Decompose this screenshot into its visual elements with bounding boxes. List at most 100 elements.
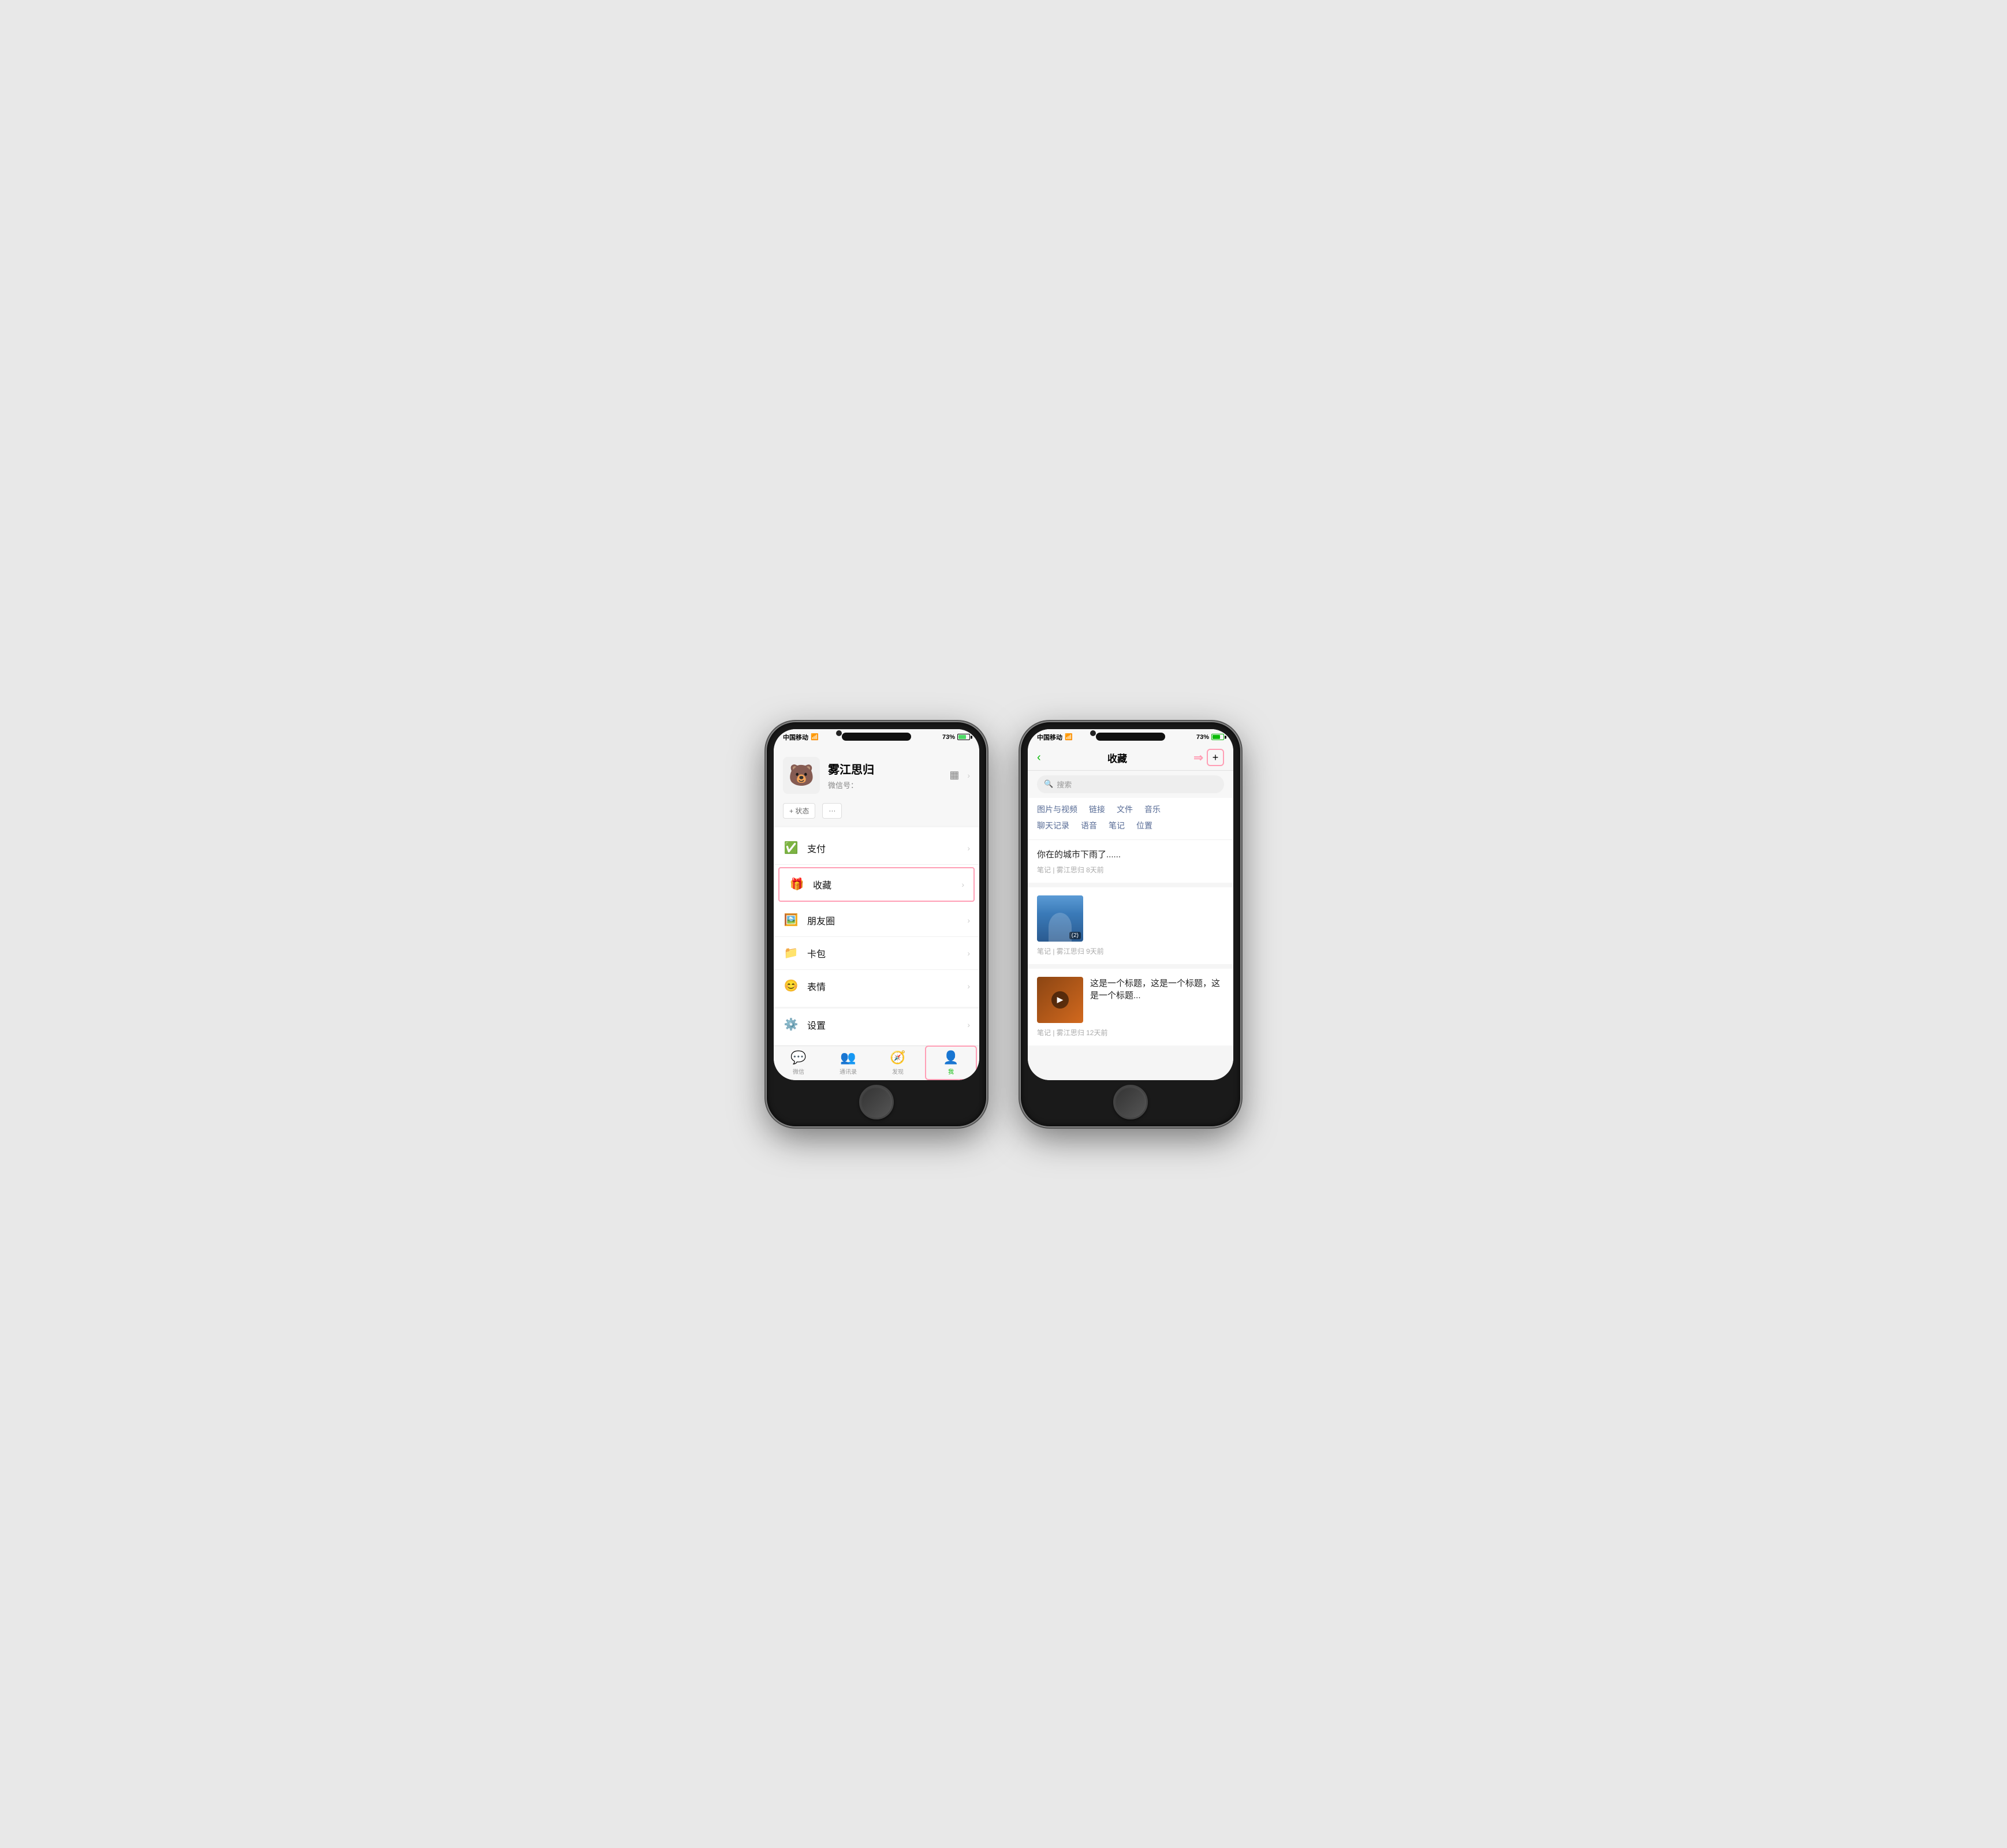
speaker — [842, 733, 911, 741]
fav-item-2[interactable]: (2) 笔记 | 雾江思归 9天前 — [1028, 887, 1233, 964]
profile-header: 🐻 雾江思归 微信号： ▦ › — [774, 745, 979, 803]
cardwallet-label: 卡包 — [807, 946, 959, 960]
add-status-button[interactable]: + 状态 — [783, 803, 815, 819]
fav-item-3-meta: 笔记 | 雾江思归 12天前 — [1037, 1028, 1224, 1037]
screen-2: 中国移动 📶 下午 3:34 73% ‹ 收藏 ⇒ + — [1028, 729, 1233, 1080]
tab-me[interactable]: 👤 我 — [925, 1046, 977, 1080]
arrow-icon-card: › — [967, 949, 970, 958]
contacts-tab-label: 通讯录 — [840, 1067, 857, 1076]
qr-icon[interactable]: ▦ — [949, 769, 959, 781]
settings-label: 设置 — [807, 1018, 959, 1032]
status-left-2: 中国移动 📶 — [1037, 733, 1073, 742]
chevron-right-icon: › — [967, 771, 970, 780]
fav-item-3-info: 这是一个标题，这是一个标题，这是一个标题... — [1090, 977, 1224, 1006]
tab-wechat[interactable]: 💬 微信 — [774, 1047, 823, 1079]
filter-files[interactable]: 文件 — [1117, 804, 1133, 815]
avatar: 🐻 — [783, 757, 820, 794]
back-button[interactable]: ‹ — [1037, 751, 1041, 764]
contacts-tab-icon: 👥 — [840, 1050, 856, 1065]
arrow-indicator-icon: ⇒ — [1193, 751, 1203, 765]
arrow-icon: › — [967, 843, 970, 853]
arrow-icon-emoji: › — [967, 981, 970, 991]
fav-item-3[interactable]: ▶ 这是一个标题，这是一个标题，这是一个标题... 笔记 | 雾江思归 12天前 — [1028, 969, 1233, 1046]
fav-item-1-text: 你在的城市下雨了...... — [1037, 848, 1224, 860]
tab-bar: 💬 微信 👥 通讯录 🧭 发现 👤 我 — [774, 1046, 979, 1080]
battery-fill — [958, 735, 966, 739]
filter-voice[interactable]: 语音 — [1081, 820, 1097, 831]
filter-music[interactable]: 音乐 — [1144, 804, 1161, 815]
filter-tabs: 图片与视频 链接 文件 音乐 聊天记录 语音 笔记 位置 — [1028, 798, 1233, 840]
phone-2: 中国移动 📶 下午 3:34 73% ‹ 收藏 ⇒ + — [1021, 722, 1240, 1126]
payment-label: 支付 — [807, 841, 959, 855]
arrow-icon-fav: › — [961, 880, 964, 889]
profile-info: 雾江思归 微信号： — [828, 760, 941, 790]
menu-section-main: ✅ 支付 › 🎁 收藏 › 🖼️ 朋友圈 › — [774, 832, 979, 1002]
discover-tab-label: 发现 — [892, 1067, 904, 1076]
phone-1: 中国移动 📶 下午 3:34 73% 🐻 雾江思归 微信号： — [767, 722, 986, 1126]
menu-item-settings[interactable]: ⚙️ 设置 › — [774, 1009, 979, 1041]
tab-discover[interactable]: 🧭 发现 — [873, 1047, 923, 1079]
discover-tab-icon: 🧭 — [890, 1050, 905, 1065]
home-button-2[interactable] — [1113, 1085, 1148, 1119]
wechat-tab-icon: 💬 — [790, 1050, 806, 1065]
filter-location[interactable]: 位置 — [1136, 820, 1152, 831]
favorites-label: 收藏 — [813, 878, 953, 891]
cardwallet-icon: 📁 — [783, 945, 799, 961]
filter-chat-history[interactable]: 聊天记录 — [1037, 820, 1069, 831]
image-count-badge: (2) — [1069, 932, 1081, 939]
fav-item-1[interactable]: 你在的城市下雨了...... 笔记 | 雾江思归 8天前 — [1028, 840, 1233, 883]
front-camera — [836, 730, 842, 736]
more-button[interactable]: ··· — [822, 803, 842, 819]
menu-item-favorites-highlighted[interactable]: 🎁 收藏 › — [778, 867, 975, 902]
profile-status-row: + 状态 ··· — [774, 803, 979, 826]
screen-content-2: ‹ 收藏 ⇒ + 🔍 搜索 图片与视频 — [1028, 745, 1233, 1080]
menu-item-payment[interactable]: ✅ 支付 › — [774, 832, 979, 865]
battery-icon — [957, 734, 970, 740]
arrow-icon-moments: › — [967, 916, 970, 925]
filter-links[interactable]: 链接 — [1089, 804, 1105, 815]
profile-id: 微信号： — [828, 779, 941, 790]
menu-item-cardwallet[interactable]: 📁 卡包 › — [774, 937, 979, 970]
screen-content-1: 🐻 雾江思归 微信号： ▦ › + 状态 ··· — [774, 745, 979, 1080]
favorites-icon: 🎁 — [789, 876, 805, 893]
moments-icon: 🖼️ — [783, 912, 799, 928]
profile-name: 雾江思归 — [828, 760, 941, 777]
emoji-label: 表情 — [807, 979, 959, 993]
front-camera-2 — [1090, 730, 1096, 736]
menu-item-favorites[interactable]: 🎁 收藏 › — [779, 868, 973, 901]
tab-contacts[interactable]: 👥 通讯录 — [823, 1047, 873, 1079]
search-bar: 🔍 搜索 — [1028, 771, 1233, 798]
wechat-tab-label: 微信 — [793, 1067, 804, 1076]
payment-icon: ✅ — [783, 840, 799, 856]
filter-row-1: 图片与视频 链接 文件 音乐 — [1037, 804, 1224, 815]
fav-item-2-thumb: (2) — [1037, 895, 1083, 942]
menu-section-settings: ⚙️ 设置 › — [774, 1009, 979, 1041]
nav-right-area: ⇒ + — [1193, 749, 1224, 766]
add-favorites-button[interactable]: + — [1207, 749, 1224, 766]
plus-icon: + — [1213, 752, 1219, 764]
play-button-icon: ▶ — [1051, 991, 1069, 1009]
battery-percent: 73% — [942, 734, 955, 741]
filter-images-video[interactable]: 图片与视频 — [1037, 804, 1077, 815]
settings-icon: ⚙️ — [783, 1017, 799, 1033]
carrier-label-2: 中国移动 — [1037, 733, 1062, 742]
menu-section — [774, 826, 979, 827]
fav-item-2-meta: 笔记 | 雾江思归 9天前 — [1037, 946, 1224, 956]
battery-fill-2 — [1213, 735, 1220, 739]
status-right-2: 73% — [1196, 734, 1224, 741]
home-button-1[interactable] — [859, 1085, 894, 1119]
search-input[interactable]: 🔍 搜索 — [1037, 775, 1224, 793]
favorites-list: 你在的城市下雨了...... 笔记 | 雾江思归 8天前 (2) 笔记 | 雾江… — [1028, 840, 1233, 1080]
wifi-icon: 📶 — [811, 733, 819, 741]
fav-item-1-meta: 笔记 | 雾江思归 8天前 — [1037, 865, 1224, 875]
avatar-emoji: 🐻 — [789, 763, 815, 787]
page-title: 收藏 — [1107, 751, 1127, 765]
fav-item-3-thumb: ▶ — [1037, 977, 1083, 1023]
filter-notes[interactable]: 笔记 — [1109, 820, 1125, 831]
menu-item-moments[interactable]: 🖼️ 朋友圈 › — [774, 904, 979, 937]
filter-row-2: 聊天记录 语音 笔记 位置 — [1037, 820, 1224, 831]
battery-icon-2 — [1211, 734, 1224, 740]
moments-label: 朋友圈 — [807, 913, 959, 927]
menu-item-emoji[interactable]: 😊 表情 › — [774, 970, 979, 1002]
search-placeholder: 搜索 — [1057, 779, 1072, 790]
